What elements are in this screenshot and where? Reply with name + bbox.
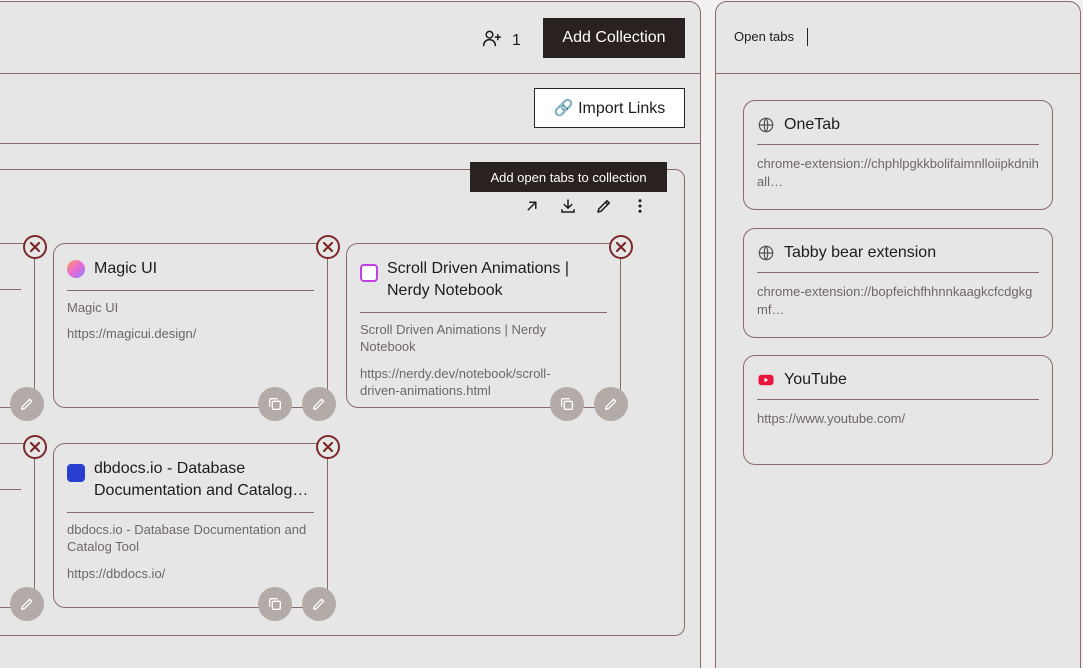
close-icon[interactable] — [316, 235, 340, 259]
card-title: Magic UI — [94, 260, 158, 277]
copy-button[interactable] — [258, 387, 292, 421]
tab-url: https://www.youtube.com/ — [757, 411, 906, 426]
card-description: Scroll Driven Animations | Nerdy Noteboo… — [360, 322, 547, 354]
copy-icon — [269, 598, 281, 610]
open-tabs-header: Open tabs — [716, 2, 1080, 74]
pencil-icon — [313, 598, 325, 610]
youtube-icon — [758, 374, 774, 386]
link-card-dbdocs[interactable]: dbdocs.io - Database Documentation and C… — [53, 443, 328, 608]
user-plus-icon — [482, 28, 502, 53]
open-tabs-label: Open tabs — [734, 29, 794, 44]
import-links-button[interactable]: 🔗 Import Links — [534, 88, 685, 128]
partial-card[interactable] — [0, 443, 35, 608]
link-card-magic-ui[interactable]: Magic UI Magic UI https://magicui.design… — [53, 243, 328, 408]
edit-button[interactable] — [302, 587, 336, 621]
nerdy-notebook-favicon-icon — [360, 264, 378, 282]
tab-title: Tabby bear extension — [784, 244, 937, 261]
edit-button[interactable] — [10, 387, 44, 421]
card-header: Scroll Driven Animations | Nerdy Noteboo… — [360, 258, 607, 313]
close-icon[interactable] — [23, 235, 47, 259]
user-count[interactable]: 1 — [482, 28, 521, 53]
close-icon[interactable] — [316, 435, 340, 459]
pencil-icon[interactable] — [594, 195, 614, 217]
user-count-value: 1 — [512, 31, 521, 49]
tab-title: OneTab — [784, 116, 841, 133]
open-tab-tabby-bear[interactable]: Tabby bear extension chrome-extension://… — [743, 228, 1053, 338]
card-header: Magic UI — [67, 258, 314, 291]
link-card-scroll-driven[interactable]: Scroll Driven Animations | Nerdy Noteboo… — [346, 243, 621, 408]
magic-ui-favicon-icon — [67, 260, 85, 278]
pencil-icon — [21, 598, 33, 610]
collections-toolbar: 🔗 Import Links — [0, 74, 700, 144]
copy-icon — [561, 398, 573, 410]
partial-card[interactable] — [0, 243, 35, 408]
card-url[interactable]: https://dbdocs.io/ — [67, 565, 287, 582]
close-icon[interactable] — [609, 235, 633, 259]
pencil-icon — [605, 398, 617, 410]
pencil-icon — [21, 398, 33, 410]
tab-header: Tabby bear extension — [757, 244, 1039, 273]
edit-button[interactable] — [594, 387, 628, 421]
card-title: Scroll Driven Animations | Nerdy Noteboo… — [387, 260, 569, 299]
card-description: Magic UI — [67, 300, 119, 315]
tab-title: YouTube — [784, 371, 847, 388]
collections-header: 1 Add Collection — [0, 2, 700, 74]
copy-icon — [269, 398, 281, 410]
add-open-tabs-tooltip: Add open tabs to collection — [470, 162, 667, 192]
tab-header: OneTab — [757, 116, 1039, 145]
tab-url: chrome-extension://chphlpgkkbolifaimnllo… — [757, 156, 1039, 189]
globe-icon — [758, 245, 774, 261]
more-vertical-icon[interactable] — [630, 195, 650, 217]
edit-button[interactable] — [10, 587, 44, 621]
close-icon[interactable] — [23, 435, 47, 459]
tab-url: chrome-extension://bopfeichfhhnnkaagkcfc… — [757, 284, 1033, 317]
copy-button[interactable] — [258, 587, 292, 621]
open-tab-youtube[interactable]: YouTube https://www.youtube.com/ — [743, 355, 1053, 465]
collection-actions — [522, 195, 650, 217]
globe-icon — [758, 117, 774, 133]
arrow-up-right-icon[interactable] — [522, 195, 542, 217]
download-icon[interactable] — [558, 195, 578, 217]
open-tab-onetab[interactable]: OneTab chrome-extension://chphlpgkkbolif… — [743, 100, 1053, 210]
open-tabs-panel: Open tabs OneTab chrome-extension://chph… — [715, 1, 1081, 668]
card-header: dbdocs.io - Database Documentation and C… — [67, 458, 314, 513]
card-url[interactable]: https://magicui.design/ — [67, 325, 287, 342]
text-caret — [807, 28, 808, 46]
card-title: dbdocs.io - Database Documentation and C… — [94, 460, 309, 499]
dbdocs-favicon-icon — [67, 464, 85, 482]
card-description: dbdocs.io - Database Documentation and C… — [67, 522, 307, 554]
add-collection-button[interactable]: Add Collection — [543, 18, 685, 58]
tab-header: YouTube — [757, 371, 1039, 400]
copy-button[interactable] — [550, 387, 584, 421]
pencil-icon — [313, 398, 325, 410]
edit-button[interactable] — [302, 387, 336, 421]
